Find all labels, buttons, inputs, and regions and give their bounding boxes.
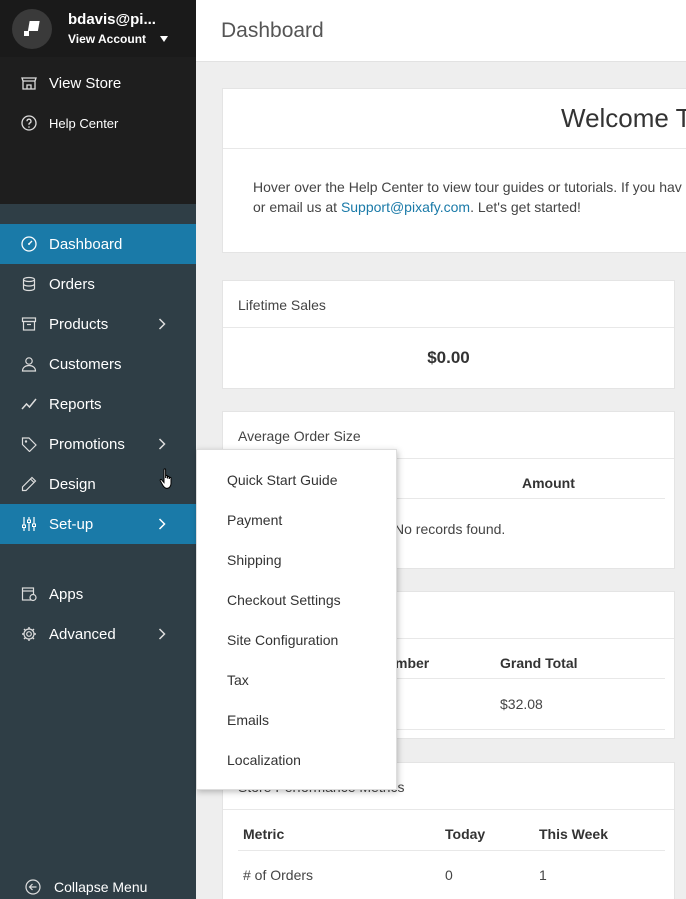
welcome-title: Welcome T <box>561 103 686 133</box>
nav-apps[interactable]: Apps <box>0 574 196 614</box>
nav-customers-label: Customers <box>49 355 122 373</box>
lifetime-sales-card: Lifetime Sales $0.00 <box>222 280 675 389</box>
submenu-emails[interactable]: Emails <box>227 712 269 728</box>
nav-advanced-label: Advanced <box>49 625 116 643</box>
caret-down-icon <box>160 35 169 42</box>
nav-promotions[interactable]: Promotions <box>0 424 196 464</box>
nav-reports-label: Reports <box>49 395 102 413</box>
column-header-grand-total: Grand Total <box>500 655 578 671</box>
store-icon <box>20 74 38 92</box>
nav-dashboard-label: Dashboard <box>49 235 123 253</box>
sliders-icon <box>20 515 38 533</box>
sidebar: bdavis@pi... View Account View Store Hel… <box>0 0 196 899</box>
column-header-metric: Metric <box>243 826 285 842</box>
submenu-checkout-settings[interactable]: Checkout Settings <box>227 592 341 608</box>
nav-view-store-label: View Store <box>49 74 122 92</box>
chevron-right-icon <box>158 628 166 640</box>
metric-cell: # of Orders <box>243 867 314 883</box>
welcome-line-2-prefix: or email us at <box>253 199 341 215</box>
nav-setup[interactable]: Set-up <box>0 504 196 544</box>
empty-state: No records found. <box>394 521 506 537</box>
submenu-localization[interactable]: Localization <box>227 752 301 768</box>
divider <box>223 327 674 328</box>
divider <box>223 809 674 810</box>
grand-total-cell: $32.08 <box>500 696 543 712</box>
avg-order-size-title: Average Order Size <box>238 428 361 444</box>
nav-products[interactable]: Products <box>0 304 196 344</box>
this-week-cell: 1 <box>539 867 547 883</box>
main-nav: Dashboard Orders Products Customers Repo… <box>0 204 196 654</box>
column-header-number: mber <box>395 655 430 671</box>
column-header-today: Today <box>445 826 486 842</box>
page-header: Dashboard <box>196 0 686 62</box>
collapse-menu-label: Collapse Menu <box>54 879 148 895</box>
avatar <box>12 8 52 49</box>
nav-reports[interactable]: Reports <box>0 384 196 424</box>
collapse-menu-button[interactable]: Collapse Menu <box>0 872 196 899</box>
divider <box>238 850 665 851</box>
account-name: bdavis@pi... <box>68 10 156 28</box>
chevron-right-icon <box>158 438 166 450</box>
submenu-tax[interactable]: Tax <box>227 672 249 688</box>
column-header-amount: Amount <box>522 475 575 491</box>
view-account-label: View Account <box>68 31 147 46</box>
apps-icon <box>20 585 38 603</box>
divider <box>223 148 686 149</box>
trend-line-icon <box>20 395 38 413</box>
nav-view-store[interactable]: View Store <box>0 63 196 103</box>
lifetime-sales-title: Lifetime Sales <box>238 297 326 313</box>
nav-products-label: Products <box>49 315 109 333</box>
hand-cursor-icon <box>159 468 172 489</box>
submenu-payment[interactable]: Payment <box>227 512 282 528</box>
archive-icon <box>20 315 38 333</box>
support-email-link[interactable]: Support@pixafy.com <box>341 199 470 215</box>
welcome-line-1: Hover over the Help Center to view tour … <box>253 179 682 195</box>
logo-icon <box>24 20 40 36</box>
account-bar[interactable]: bdavis@pi... View Account <box>0 0 196 57</box>
tag-icon <box>20 435 38 453</box>
database-icon <box>20 275 38 293</box>
nav-apps-label: Apps <box>49 585 84 603</box>
pencil-icon <box>20 475 38 493</box>
view-account-link[interactable]: View Account <box>68 31 169 47</box>
nav-help-center[interactable]: Help Center <box>0 103 196 143</box>
nav-promotions-label: Promotions <box>49 435 125 453</box>
nav-setup-label: Set-up <box>49 515 94 533</box>
nav-customers[interactable]: Customers <box>0 344 196 384</box>
column-header-this-week: This Week <box>539 826 608 842</box>
setup-submenu: Quick Start Guide Payment Shipping Check… <box>196 449 397 790</box>
user-icon <box>20 355 38 373</box>
gear-icon <box>20 625 38 643</box>
page-title: Dashboard <box>221 19 324 42</box>
dashboard-icon <box>20 235 38 253</box>
welcome-body: Hover over the Help Center to view tour … <box>253 177 686 217</box>
welcome-card: Welcome T Hover over the Help Center to … <box>222 88 686 253</box>
submenu-site-configuration[interactable]: Site Configuration <box>227 632 338 648</box>
nav-help-center-label: Help Center <box>49 115 119 131</box>
welcome-line-2: or email us at Support@pixafy.com. Let's… <box>253 197 686 217</box>
nav-orders-label: Orders <box>49 275 95 293</box>
today-cell: 0 <box>445 867 453 883</box>
submenu-shipping[interactable]: Shipping <box>227 552 282 568</box>
help-icon <box>20 114 38 132</box>
arrow-left-circle-icon <box>24 878 42 896</box>
lifetime-sales-value: $0.00 <box>427 348 470 367</box>
chevron-right-icon <box>158 318 166 330</box>
nav-orders[interactable]: Orders <box>0 264 196 304</box>
nav-design-label: Design <box>49 475 96 493</box>
top-links: View Store Help Center <box>0 57 196 204</box>
chevron-right-icon <box>158 518 166 530</box>
nav-dashboard[interactable]: Dashboard <box>0 224 196 264</box>
submenu-quick-start-guide[interactable]: Quick Start Guide <box>227 472 338 488</box>
nav-advanced[interactable]: Advanced <box>0 614 196 654</box>
welcome-line-2-suffix: . Let's get started! <box>470 199 581 215</box>
